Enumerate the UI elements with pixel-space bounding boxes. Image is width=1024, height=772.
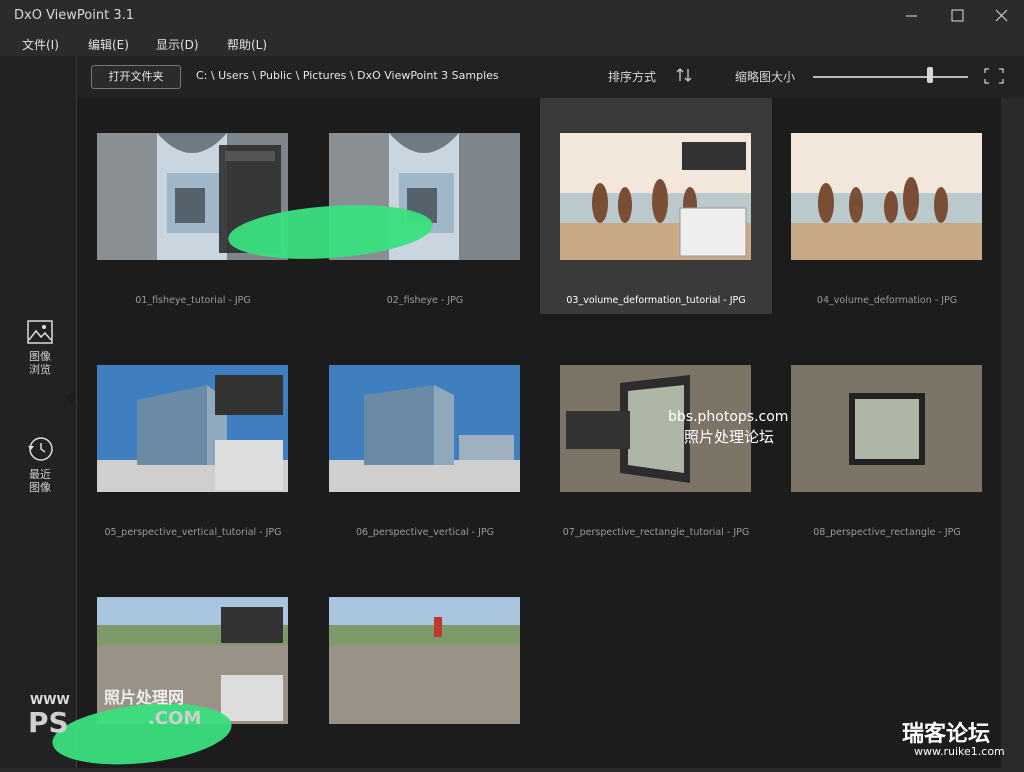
thumbnail-tile[interactable]: 04_volume_deformation - JPG <box>771 98 1001 314</box>
close-button[interactable] <box>978 0 1024 32</box>
maximize-button[interactable] <box>934 0 980 32</box>
slider-knob[interactable] <box>927 67 933 83</box>
watermark-text: 照片处理网 <box>104 688 185 707</box>
menu-help[interactable]: 帮助(L) <box>227 36 267 53</box>
thumbnail-tile[interactable]: 08_perspective_rectangle - JPG <box>771 330 1001 546</box>
thumbnail-caption: 03_volume_deformation_tutorial - JPG <box>566 295 746 306</box>
thumbnail-tile[interactable]: 05_perspective_vertical_tutorial - JPG <box>77 330 309 546</box>
menu-view[interactable]: 显示(D) <box>156 36 199 53</box>
thumbnail-image <box>791 133 982 260</box>
watermark-url: www.ruike1.com <box>914 745 1005 758</box>
sidebar-item-recent[interactable]: 最近 图像 <box>14 436 66 494</box>
thumbnail-caption: 06_perspective_vertical - JPG <box>355 527 495 538</box>
image-icon <box>27 320 53 344</box>
sort-order-icon[interactable] <box>675 67 693 83</box>
watermark-text: 瑞客论坛 <box>902 722 991 747</box>
thumbnail-tile[interactable]: 06_perspective_vertical - JPG <box>309 330 541 546</box>
watermark-www: WWW <box>30 693 70 707</box>
thumbnail-image <box>329 597 520 724</box>
scrollbar[interactable] <box>1001 98 1024 768</box>
thumbnail-size-label: 缩略图大小 <box>735 70 796 84</box>
sort-label[interactable]: 排序方式 <box>608 68 656 85</box>
thumbnail-image <box>97 365 288 492</box>
thumbnail-tile[interactable] <box>309 562 541 768</box>
window-title: DxO ViewPoint 3.1 <box>14 8 135 23</box>
watermark-text: 照片处理论坛 <box>684 428 775 446</box>
menu-file[interactable]: 文件(I) <box>22 36 59 53</box>
fullscreen-icon[interactable] <box>984 68 1004 84</box>
toolbar: 打开文件夹 C: \ Users \ Public \ Pictures \ D… <box>77 56 1024 98</box>
sidebar: 图像 浏览 最近 图像 <box>0 56 77 768</box>
thumbnail-image <box>329 365 520 492</box>
thumbnail-image <box>791 365 982 492</box>
active-indicator <box>66 390 75 406</box>
thumbnail-tile[interactable]: 01_fisheye_tutorial - JPG <box>77 98 309 314</box>
thumbnail-tile-selected[interactable]: 03_volume_deformation_tutorial - JPG <box>540 98 772 314</box>
thumbnail-caption: 01_fisheye_tutorial - JPG <box>135 295 251 306</box>
sidebar-item-browse[interactable]: 图像 浏览 <box>14 320 66 376</box>
thumbnail-caption: 07_perspective_rectangle_tutorial - JPG <box>562 527 750 538</box>
menu-edit[interactable]: 编辑(E) <box>88 36 129 53</box>
thumbnail-grid: 01_fisheye_tutorial - JPG 02_fisheye - J… <box>77 98 1001 768</box>
menu-bar: 文件(I) 编辑(E) 显示(D) 帮助(L) <box>0 32 1024 56</box>
thumbnail-caption: 05_perspective_vertical_tutorial - JPG <box>104 527 282 538</box>
sidebar-item-label: 最近 图像 <box>29 468 51 494</box>
thumbnail-caption: 02_fisheye - JPG <box>386 295 464 306</box>
watermark-url: bbs.photops.com <box>668 409 789 425</box>
sidebar-item-label: 图像 浏览 <box>29 350 51 376</box>
thumbnail-caption: 04_volume_deformation - JPG <box>816 295 958 306</box>
folder-path: C: \ Users \ Public \ Pictures \ DxO Vie… <box>196 69 499 82</box>
thumbnail-size-slider[interactable] <box>813 76 968 78</box>
open-folder-button[interactable]: 打开文件夹 <box>91 65 181 89</box>
thumbnail-caption: 08_perspective_rectangle - JPG <box>813 527 961 538</box>
title-bar: DxO ViewPoint 3.1 <box>0 0 1024 32</box>
minimize-button[interactable] <box>888 0 934 32</box>
watermark-logo-com: .COM <box>148 708 202 729</box>
watermark-logo: PS <box>28 706 69 739</box>
history-icon <box>28 437 53 461</box>
thumbnail-image <box>560 133 751 260</box>
